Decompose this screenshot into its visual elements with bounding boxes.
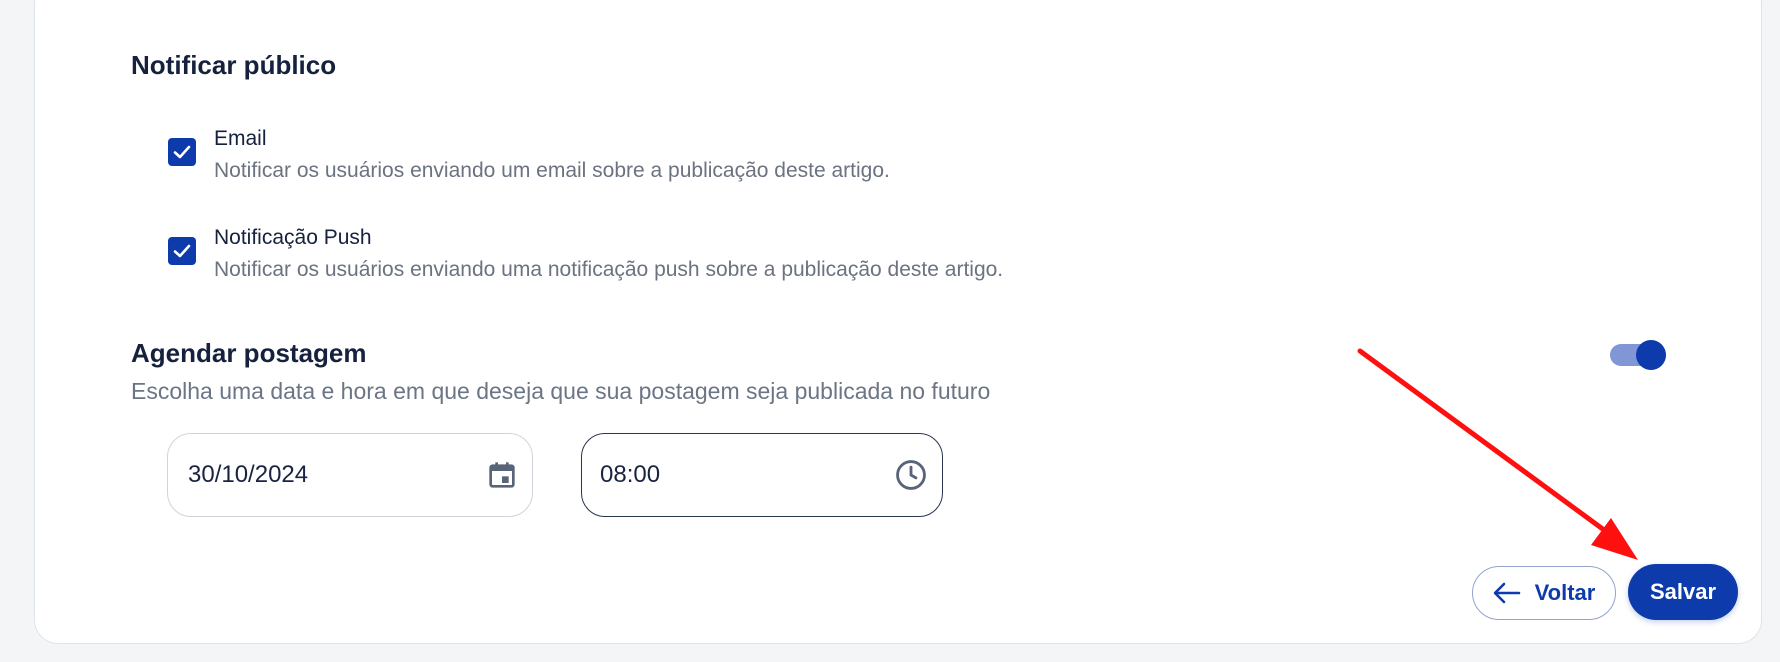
annotation-arrow [1357, 348, 1638, 560]
